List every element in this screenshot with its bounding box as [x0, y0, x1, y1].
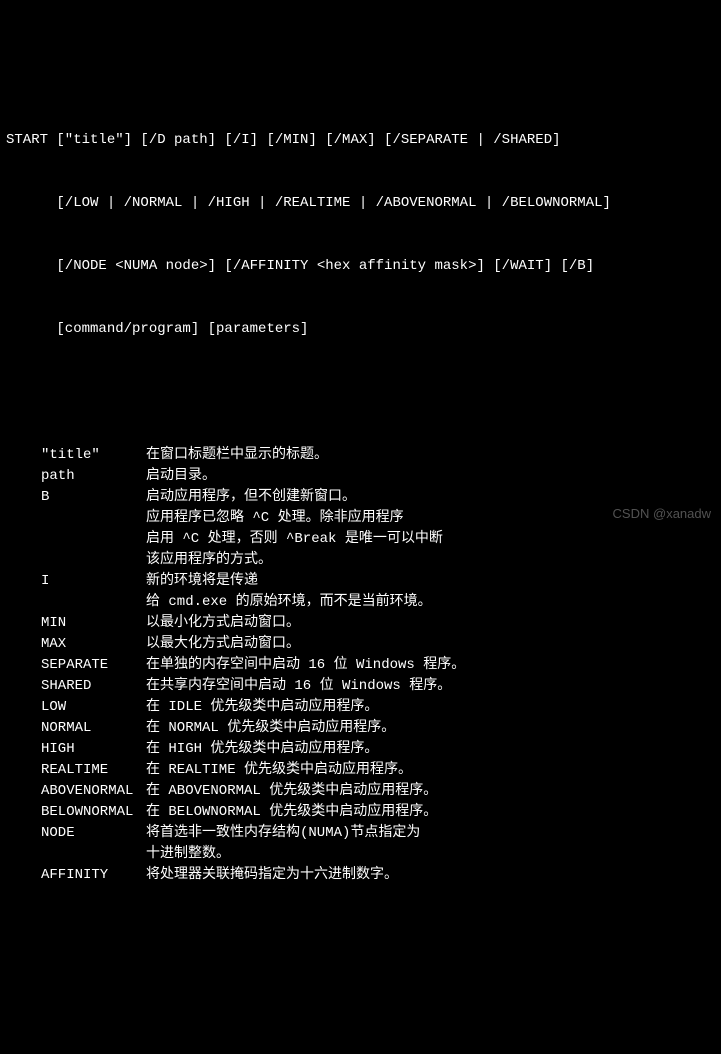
blank-line — [6, 382, 715, 403]
param-row: NORMAL在 NORMAL 优先级类中启动应用程序。 — [6, 718, 715, 739]
param-indent — [6, 487, 41, 508]
param-key: HIGH — [41, 739, 146, 760]
param-description: 在 BELOWNORMAL 优先级类中启动应用程序。 — [146, 802, 715, 823]
param-row: REALTIME在 REALTIME 优先级类中启动应用程序。 — [6, 760, 715, 781]
param-description: 在窗口标题栏中显示的标题。 — [146, 445, 715, 466]
param-description: 在 NORMAL 优先级类中启动应用程序。 — [146, 718, 715, 739]
param-indent — [6, 655, 41, 676]
param-indent — [6, 445, 41, 466]
param-key — [41, 508, 146, 529]
param-indent — [6, 760, 41, 781]
param-description: 在 REALTIME 优先级类中启动应用程序。 — [146, 760, 715, 781]
param-description: 将首选非一致性内存结构(NUMA)节点指定为 — [146, 823, 715, 844]
param-description: 在 HIGH 优先级类中启动应用程序。 — [146, 739, 715, 760]
param-key: SEPARATE — [41, 655, 146, 676]
param-key: path — [41, 466, 146, 487]
param-key: BELOWNORMAL — [41, 802, 146, 823]
param-key: AFFINITY — [41, 865, 146, 886]
param-description: 给 cmd.exe 的原始环境，而不是当前环境。 — [146, 592, 715, 613]
param-key: LOW — [41, 697, 146, 718]
param-row: 应用程序已忽略 ^C 处理。除非应用程序 — [6, 508, 715, 529]
param-indent — [6, 865, 41, 886]
param-indent — [6, 613, 41, 634]
param-row: "title"在窗口标题栏中显示的标题。 — [6, 445, 715, 466]
param-row: MIN以最小化方式启动窗口。 — [6, 613, 715, 634]
param-row: 该应用程序的方式。 — [6, 550, 715, 571]
param-description: 以最大化方式启动窗口。 — [146, 634, 715, 655]
param-key — [41, 844, 146, 865]
param-description: 以最小化方式启动窗口。 — [146, 613, 715, 634]
watermark: CSDN @xanadw — [613, 504, 711, 524]
param-key: MAX — [41, 634, 146, 655]
console-output: START ["title"] [/D path] [/I] [/MIN] [/… — [6, 88, 715, 907]
syntax-line-4: [command/program] [parameters] — [6, 319, 715, 340]
param-indent — [6, 634, 41, 655]
param-description: 新的环境将是传递 — [146, 571, 715, 592]
param-indent — [6, 781, 41, 802]
param-indent — [6, 823, 41, 844]
param-key: I — [41, 571, 146, 592]
param-description: 在 IDLE 优先级类中启动应用程序。 — [146, 697, 715, 718]
param-row: 启用 ^C 处理，否则 ^Break 是唯一可以中断 — [6, 529, 715, 550]
param-description: 该应用程序的方式。 — [146, 550, 715, 571]
param-row: BELOWNORMAL在 BELOWNORMAL 优先级类中启动应用程序。 — [6, 802, 715, 823]
param-key — [41, 592, 146, 613]
param-key: MIN — [41, 613, 146, 634]
syntax-line-3: [/NODE <NUMA node>] [/AFFINITY <hex affi… — [6, 256, 715, 277]
syntax-line-1: START ["title"] [/D path] [/I] [/MIN] [/… — [6, 130, 715, 151]
param-description: 启用 ^C 处理，否则 ^Break 是唯一可以中断 — [146, 529, 715, 550]
parameters-list: "title"在窗口标题栏中显示的标题。 path启动目录。 B启动应用程序，但… — [6, 445, 715, 886]
param-description: 将处理器关联掩码指定为十六进制数字。 — [146, 865, 715, 886]
param-key — [41, 550, 146, 571]
param-indent — [6, 844, 41, 865]
param-description: 十进制整数。 — [146, 844, 715, 865]
param-indent — [6, 529, 41, 550]
param-row: SHARED在共享内存空间中启动 16 位 Windows 程序。 — [6, 676, 715, 697]
param-row: MAX以最大化方式启动窗口。 — [6, 634, 715, 655]
param-row: ABOVENORMAL在 ABOVENORMAL 优先级类中启动应用程序。 — [6, 781, 715, 802]
param-row: HIGH在 HIGH 优先级类中启动应用程序。 — [6, 739, 715, 760]
param-indent — [6, 802, 41, 823]
param-indent — [6, 550, 41, 571]
param-key: "title" — [41, 445, 146, 466]
param-row: LOW在 IDLE 优先级类中启动应用程序。 — [6, 697, 715, 718]
param-key: NODE — [41, 823, 146, 844]
param-key: SHARED — [41, 676, 146, 697]
syntax-line-2: [/LOW | /NORMAL | /HIGH | /REALTIME | /A… — [6, 193, 715, 214]
param-row: I新的环境将是传递 — [6, 571, 715, 592]
param-indent — [6, 592, 41, 613]
param-key: REALTIME — [41, 760, 146, 781]
param-key: B — [41, 487, 146, 508]
param-indent — [6, 466, 41, 487]
param-row: 给 cmd.exe 的原始环境，而不是当前环境。 — [6, 592, 715, 613]
param-indent — [6, 571, 41, 592]
param-key — [41, 529, 146, 550]
param-row: 十进制整数。 — [6, 844, 715, 865]
param-row: path启动目录。 — [6, 466, 715, 487]
param-description: 在 ABOVENORMAL 优先级类中启动应用程序。 — [146, 781, 715, 802]
param-description: 启动目录。 — [146, 466, 715, 487]
param-row: B启动应用程序，但不创建新窗口。 — [6, 487, 715, 508]
param-row: SEPARATE在单独的内存空间中启动 16 位 Windows 程序。 — [6, 655, 715, 676]
param-indent — [6, 508, 41, 529]
param-row: AFFINITY将处理器关联掩码指定为十六进制数字。 — [6, 865, 715, 886]
param-indent — [6, 718, 41, 739]
param-key: ABOVENORMAL — [41, 781, 146, 802]
param-indent — [6, 739, 41, 760]
param-key: NORMAL — [41, 718, 146, 739]
param-row: NODE将首选非一致性内存结构(NUMA)节点指定为 — [6, 823, 715, 844]
param-indent — [6, 676, 41, 697]
param-indent — [6, 697, 41, 718]
param-description: 在单独的内存空间中启动 16 位 Windows 程序。 — [146, 655, 715, 676]
param-description: 在共享内存空间中启动 16 位 Windows 程序。 — [146, 676, 715, 697]
